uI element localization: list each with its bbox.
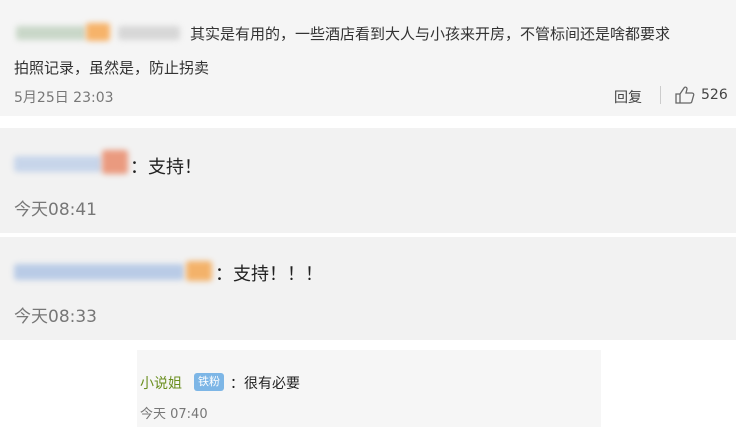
comment-text: ：很有必要 (230, 376, 300, 392)
user-badge-redacted (186, 261, 212, 281)
thumbs-up-icon[interactable] (675, 86, 695, 104)
user-badge-redacted (86, 23, 110, 41)
username-redacted (118, 26, 180, 40)
divider (660, 86, 661, 104)
comment-timestamp: 今天08:41 (14, 200, 97, 220)
comment-text: ：支持！ (130, 157, 202, 178)
like-count: 526 (701, 87, 728, 103)
username-redacted (14, 264, 184, 280)
comment-card (0, 128, 736, 233)
username-redacted (16, 26, 86, 40)
comment-text: 其实是有用的，一些酒店看到大人与小孩来开房，不管标间还是啥都要求 (190, 25, 671, 43)
comment-card: 其实是有用的，一些酒店看到大人与小孩来开房，不管标间还是啥都要求 拍照记录，虽然… (0, 0, 736, 116)
comment-timestamp: 今天08:33 (14, 307, 97, 327)
comment-timestamp: 今天 07:40 (140, 407, 208, 422)
comment-card (0, 237, 736, 340)
username-link[interactable]: 小说姐 (140, 373, 182, 393)
username-redacted (14, 156, 102, 172)
comment-timestamp: 5月25日 23:03 (14, 90, 114, 106)
user-badge-redacted (102, 150, 128, 174)
comment-text: ：支持！！！ (215, 264, 323, 285)
reply-button[interactable]: 回复 (614, 87, 642, 107)
fan-badge: 铁粉 (194, 373, 224, 391)
comment-text: 拍照记录，虽然是，防止拐卖 (14, 59, 210, 77)
